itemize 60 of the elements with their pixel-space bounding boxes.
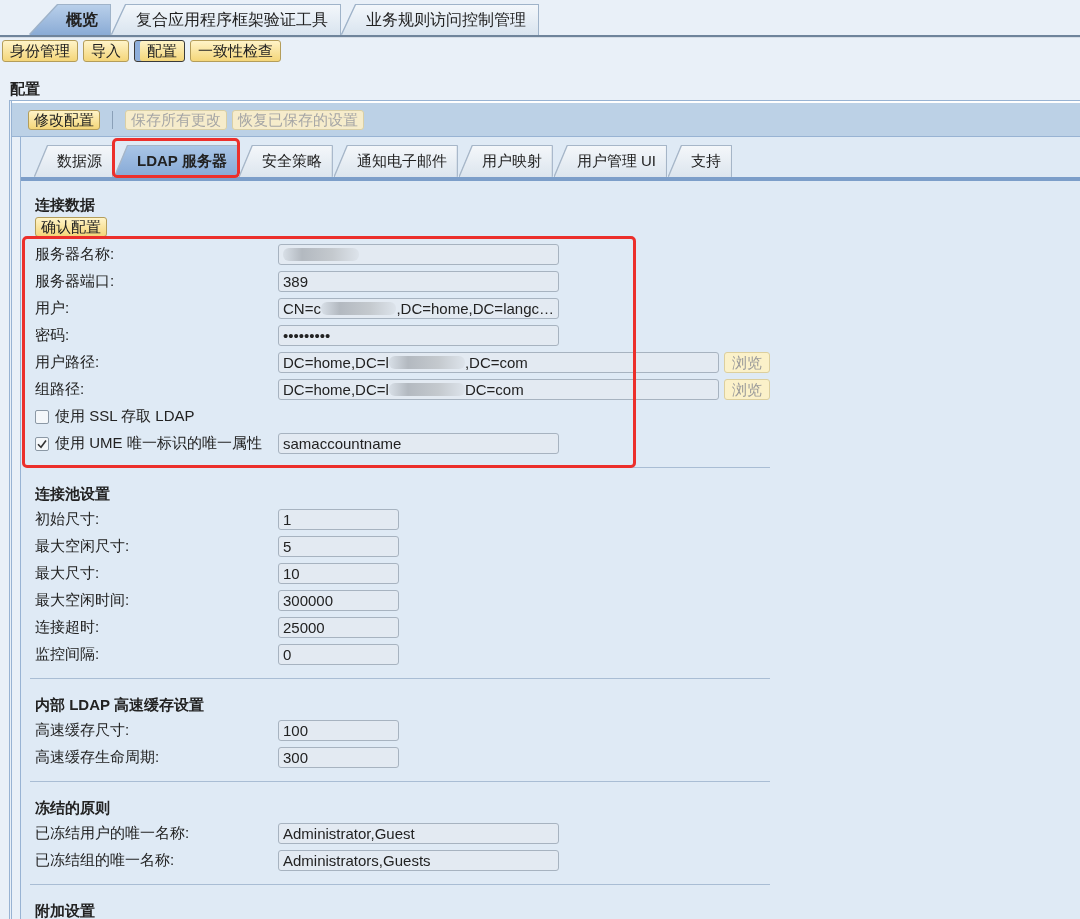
confirm-button[interactable]: 确认配置	[35, 217, 107, 237]
field-label: 初始尺寸:	[35, 510, 101, 529]
field-label: 密码:	[35, 326, 71, 345]
nav-button[interactable]: 身份管理	[2, 40, 78, 62]
field-label: 已冻结组的唯一名称:	[35, 851, 176, 870]
input-field[interactable]: 10	[278, 563, 399, 584]
input-field[interactable]: 300000	[278, 590, 399, 611]
input-field[interactable]: 1	[278, 509, 399, 530]
field-label: 最大空闲尺寸:	[35, 537, 131, 556]
input-field[interactable]: CN=c ,DC=home,DC=langc…	[278, 298, 559, 319]
field-label: 用户:	[35, 299, 71, 318]
field-label: 服务器端口:	[35, 272, 116, 291]
input-field[interactable]: 5	[278, 536, 399, 557]
input-field[interactable]: Administrator,Guest	[278, 823, 559, 844]
field-label: 最大空闲时间:	[35, 591, 131, 610]
nav-button[interactable]: 配置	[134, 40, 185, 62]
input-field[interactable]: 100	[278, 720, 399, 741]
input-field[interactable]: •••••••••	[278, 325, 559, 346]
page-title: 配置	[10, 79, 41, 99]
tab[interactable]: 数据源	[35, 146, 112, 177]
toolbar-button[interactable]: 修改配置	[28, 110, 100, 130]
input-field[interactable]: 0	[278, 644, 399, 665]
nav-button[interactable]: 导入	[83, 40, 129, 62]
tab[interactable]: 用户映射	[459, 146, 552, 177]
tab[interactable]: 复合应用程序框架验证工具	[112, 5, 340, 35]
input-field[interactable]: 300	[278, 747, 399, 768]
field-label: 最大尺寸:	[35, 564, 101, 583]
section-title: 内部 LDAP 高速缓存设置	[35, 695, 205, 715]
field-label: 组路径:	[35, 380, 86, 399]
tab[interactable]: 用户管理 UI	[554, 146, 666, 177]
section-title: 冻结的原则	[35, 798, 111, 818]
input-field[interactable]: samaccountname	[278, 433, 559, 454]
tab[interactable]: 支持	[668, 146, 731, 177]
nav-button[interactable]: 一致性检查	[190, 40, 281, 62]
input-field[interactable]: Administrators,Guests	[278, 850, 559, 871]
field-label: 高速缓存生命周期:	[35, 748, 161, 767]
input-field[interactable]: 25000	[278, 617, 399, 638]
input-field[interactable]: DC=home,DC=l DC=com	[278, 379, 719, 400]
section-title: 附加设置	[35, 901, 96, 919]
field-label: 用户路径:	[35, 353, 101, 372]
checkbox[interactable]	[35, 409, 49, 424]
input-field[interactable]	[278, 244, 559, 265]
checkbox-label: 使用 SSL 存取 LDAP	[55, 407, 195, 426]
tab[interactable]: 通知电子邮件	[334, 146, 457, 177]
tab[interactable]: LDAP 服务器	[115, 146, 237, 177]
field-label: 高速缓存尺寸:	[35, 721, 131, 740]
field-label: 已冻结用户的唯一名称:	[35, 824, 191, 843]
check-icon	[37, 438, 47, 449]
section-title: 连接池设置	[35, 484, 111, 504]
tab[interactable]: 业务规则访问控制管理	[342, 5, 538, 35]
input-field[interactable]: 389	[278, 271, 559, 292]
checkbox[interactable]	[35, 436, 49, 451]
tab[interactable]: 安全策略	[239, 146, 332, 177]
checkbox-label: 使用 UME 唯一标识的唯一属性	[55, 434, 262, 453]
tab[interactable]: 概览	[30, 5, 110, 35]
section-title: 连接数据	[35, 195, 96, 215]
input-field[interactable]: DC=home,DC=l ,DC=com	[278, 352, 719, 373]
field-label: 连接超时:	[35, 618, 101, 637]
field-label: 服务器名称:	[35, 245, 116, 264]
field-label: 监控间隔:	[35, 645, 101, 664]
